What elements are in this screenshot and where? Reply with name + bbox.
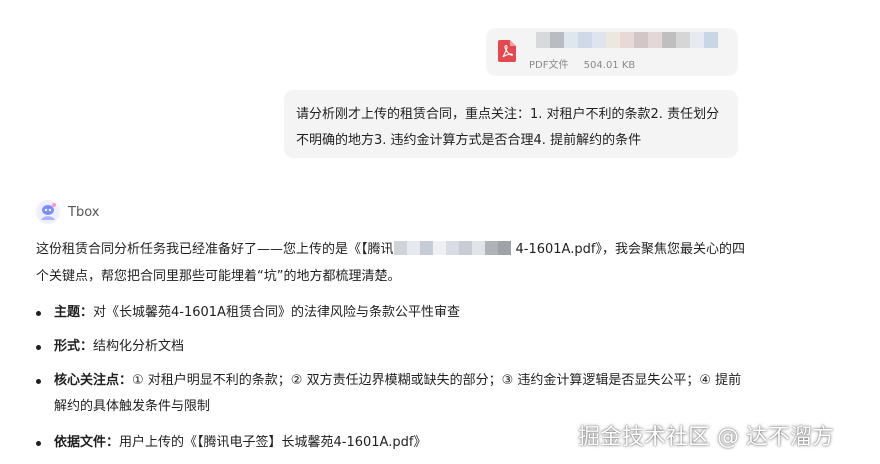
bullet-text: 结构化分析文档 <box>93 339 185 354</box>
watermark: 掘金技术社区 @ 达不溜方 <box>578 425 834 450</box>
bot-intro-prefix: 这份租赁合同分析任务我已经准备好了——您上传的是《【腾讯 <box>36 242 394 257</box>
file-meta: PDF文件 504.01 KB <box>529 56 635 71</box>
bullet-label: 形式： <box>54 339 94 354</box>
bot-name: Tbox <box>68 204 100 220</box>
attached-file-card[interactable]: PDF文件 504.01 KB <box>486 28 738 76</box>
pdf-icon <box>498 40 516 62</box>
file-type-label: PDF文件 <box>529 60 569 71</box>
bot-intro-paragraph: 这份租赁合同分析任务我已经准备好了——您上传的是《【腾讯 4-1601A.pdf》… <box>36 236 756 290</box>
bullet-label: 主题： <box>54 305 94 320</box>
user-message-text: 请分析刚才上传的租赁合同，重点关注：1. 对租户不利的条款2. 责任划分不明确的… <box>296 107 720 148</box>
user-message-bubble: 请分析刚才上传的租赁合同，重点关注：1. 对租户不利的条款2. 责任划分不明确的… <box>284 90 738 158</box>
file-size: 504.01 KB <box>583 60 636 71</box>
bullet-dot <box>36 345 41 350</box>
bullet-dot <box>36 379 41 384</box>
redacted-filename <box>393 238 516 255</box>
bullet-text: ① 对租户明显不利的条款；② 双方责任边界模糊或缺失的部分；③ 违约金计算逻辑是… <box>54 373 742 414</box>
bullet-text: 用户上传的《【腾讯电子签】长城馨苑4-1601A.pdf》 <box>119 435 427 450</box>
bullet-dot <box>36 441 41 446</box>
bullet-label: 核心关注点： <box>54 373 133 388</box>
bullet-text: 对《长城馨苑4-1601A租赁合同》的法律风险与条款公平性审查 <box>93 305 460 320</box>
tbox-avatar-icon <box>36 200 60 224</box>
bullet-label: 依据文件： <box>54 435 120 450</box>
bullet-dot <box>36 311 41 316</box>
file-name-redacted <box>536 32 718 48</box>
bot-header: Tbox <box>36 200 99 224</box>
